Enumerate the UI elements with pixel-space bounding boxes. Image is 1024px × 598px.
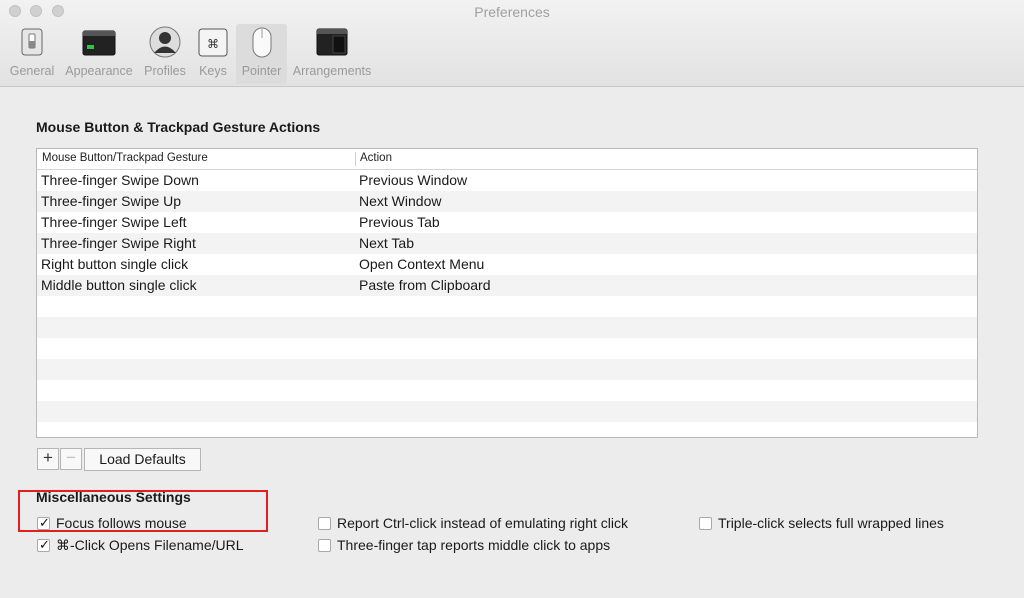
action-cell: Next Tab <box>359 235 414 251</box>
gesture-cell: Three-finger Swipe Down <box>41 172 199 188</box>
table-row[interactable]: Three-finger Swipe Right Next Tab <box>37 233 977 254</box>
tab-pointer[interactable]: Pointer <box>236 24 287 84</box>
empty-row <box>37 401 977 422</box>
terminal-window-icon <box>82 30 116 56</box>
column-divider <box>355 152 356 166</box>
tab-profiles-label: Profiles <box>144 64 186 78</box>
table-row[interactable]: Three-finger Swipe Left Previous Tab <box>37 212 977 233</box>
checkbox-box[interactable]: ✓ <box>37 537 50 552</box>
tab-arrangements[interactable]: Arrangements <box>290 24 374 84</box>
empty-row <box>37 380 977 401</box>
tab-general[interactable]: General <box>6 24 58 84</box>
tab-appearance[interactable]: Appearance <box>62 24 136 84</box>
three-finger-tap-checkbox[interactable]: Three-finger tap reports middle click to… <box>318 537 610 555</box>
column-header-gesture[interactable]: Mouse Button/Trackpad Gesture <box>42 152 208 164</box>
checkbox-label: Report Ctrl-click instead of emulating r… <box>337 515 628 531</box>
empty-row <box>37 296 977 317</box>
gesture-actions-table[interactable]: Mouse Button/Trackpad Gesture Action Thr… <box>36 148 978 438</box>
action-cell: Next Window <box>359 193 442 209</box>
tab-pointer-label: Pointer <box>241 64 282 78</box>
checkmark-icon: ✓ <box>39 537 50 552</box>
table-row[interactable]: Right button single click Open Context M… <box>37 254 977 275</box>
checkbox-label: Triple-click selects full wrapped lines <box>718 515 944 531</box>
empty-row <box>37 338 977 359</box>
command-key-icon: ⌘ <box>198 28 228 57</box>
checkbox-box[interactable] <box>318 539 331 552</box>
window-title: Preferences <box>474 4 550 20</box>
gesture-cell: Three-finger Swipe Right <box>41 235 196 251</box>
user-silhouette-icon <box>149 26 181 58</box>
windows-stack-icon <box>316 28 348 56</box>
table-row[interactable]: Middle button single click Paste from Cl… <box>37 275 977 296</box>
tab-keys[interactable]: ⌘ Keys <box>194 24 232 84</box>
tab-profiles[interactable]: Profiles <box>140 24 190 84</box>
preferences-window: Preferences General Appearance Profiles … <box>0 0 1024 598</box>
focus-follows-mouse-checkbox[interactable]: ✓ Focus follows mouse <box>37 515 187 533</box>
action-cell: Previous Window <box>359 172 468 188</box>
action-cell: Open Context Menu <box>359 256 485 272</box>
checkbox-label: ⌘-Click Opens Filename/URL <box>56 537 244 553</box>
action-cell: Previous Tab <box>359 214 440 230</box>
gesture-cell: Right button single click <box>41 256 189 272</box>
empty-row <box>37 359 977 380</box>
remove-button[interactable]: − <box>60 448 82 470</box>
checkbox-label: Focus follows mouse <box>56 515 187 531</box>
gesture-actions-title: Mouse Button & Trackpad Gesture Actions <box>36 119 321 135</box>
action-cell: Paste from Clipboard <box>359 277 491 293</box>
gesture-cell: Three-finger Swipe Left <box>41 214 187 230</box>
add-button[interactable]: + <box>37 448 59 470</box>
checkbox-label: Three-finger tap reports middle click to… <box>337 537 611 553</box>
switch-icon <box>21 28 43 56</box>
tab-appearance-label: Appearance <box>65 64 133 78</box>
load-defaults-button[interactable]: Load Defaults <box>84 448 201 471</box>
tab-keys-label: Keys <box>199 64 227 78</box>
report-ctrl-click-checkbox[interactable]: Report Ctrl-click instead of emulating r… <box>318 515 628 533</box>
cmd-click-opens-checkbox[interactable]: ✓ ⌘-Click Opens Filename/URL <box>37 537 244 555</box>
table-row[interactable]: Three-finger Swipe Up Next Window <box>37 191 977 212</box>
table-header: Mouse Button/Trackpad Gesture Action <box>37 149 977 170</box>
checkbox-box[interactable] <box>318 517 331 530</box>
gesture-cell: Middle button single click <box>41 277 197 293</box>
title-bar: Preferences General Appearance Profiles … <box>0 0 1024 87</box>
svg-text:⌘: ⌘ <box>207 37 219 51</box>
triple-click-checkbox[interactable]: Triple-click selects full wrapped lines <box>699 515 944 533</box>
table-row[interactable]: Three-finger Swipe Down Previous Window <box>37 170 977 191</box>
column-header-action[interactable]: Action <box>360 152 392 164</box>
tab-arrangements-label: Arrangements <box>292 64 372 78</box>
empty-row <box>37 317 977 338</box>
gesture-cell: Three-finger Swipe Up <box>41 193 182 209</box>
checkmark-icon: ✓ <box>39 515 50 530</box>
checkbox-box[interactable] <box>699 517 712 530</box>
checkbox-box[interactable]: ✓ <box>37 515 50 530</box>
empty-row <box>37 422 977 437</box>
tab-general-label: General <box>9 64 55 78</box>
mouse-icon <box>252 27 271 58</box>
